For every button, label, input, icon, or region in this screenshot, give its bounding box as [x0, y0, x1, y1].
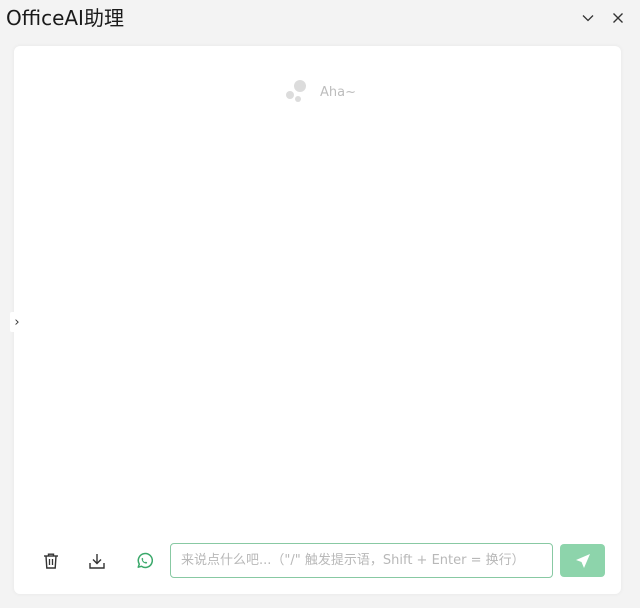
- title-bar: OfficeAI助理: [0, 0, 640, 34]
- trash-icon: [44, 553, 58, 569]
- download-button[interactable]: [84, 548, 110, 574]
- close-icon: [613, 13, 623, 23]
- chevron-down-icon: [582, 15, 594, 22]
- message-input[interactable]: [170, 543, 553, 578]
- aha-logo: Aha~: [284, 80, 356, 104]
- history-button[interactable]: [131, 548, 157, 574]
- bubbles-icon: [286, 80, 306, 102]
- chat-panel: Aha~: [14, 46, 621, 594]
- whatsapp-icon: [137, 552, 153, 569]
- expander-glyph: ›: [14, 314, 20, 330]
- download-icon: [89, 554, 105, 569]
- close-button[interactable]: [608, 8, 628, 28]
- aha-text: Aha~: [320, 84, 356, 100]
- send-icon: [575, 553, 590, 568]
- clear-chat-button[interactable]: [38, 548, 64, 574]
- window-title: OfficeAI助理: [6, 6, 124, 30]
- sidebar-expander[interactable]: ›: [10, 312, 24, 332]
- minimize-button[interactable]: [578, 8, 598, 28]
- send-button[interactable]: [560, 544, 605, 577]
